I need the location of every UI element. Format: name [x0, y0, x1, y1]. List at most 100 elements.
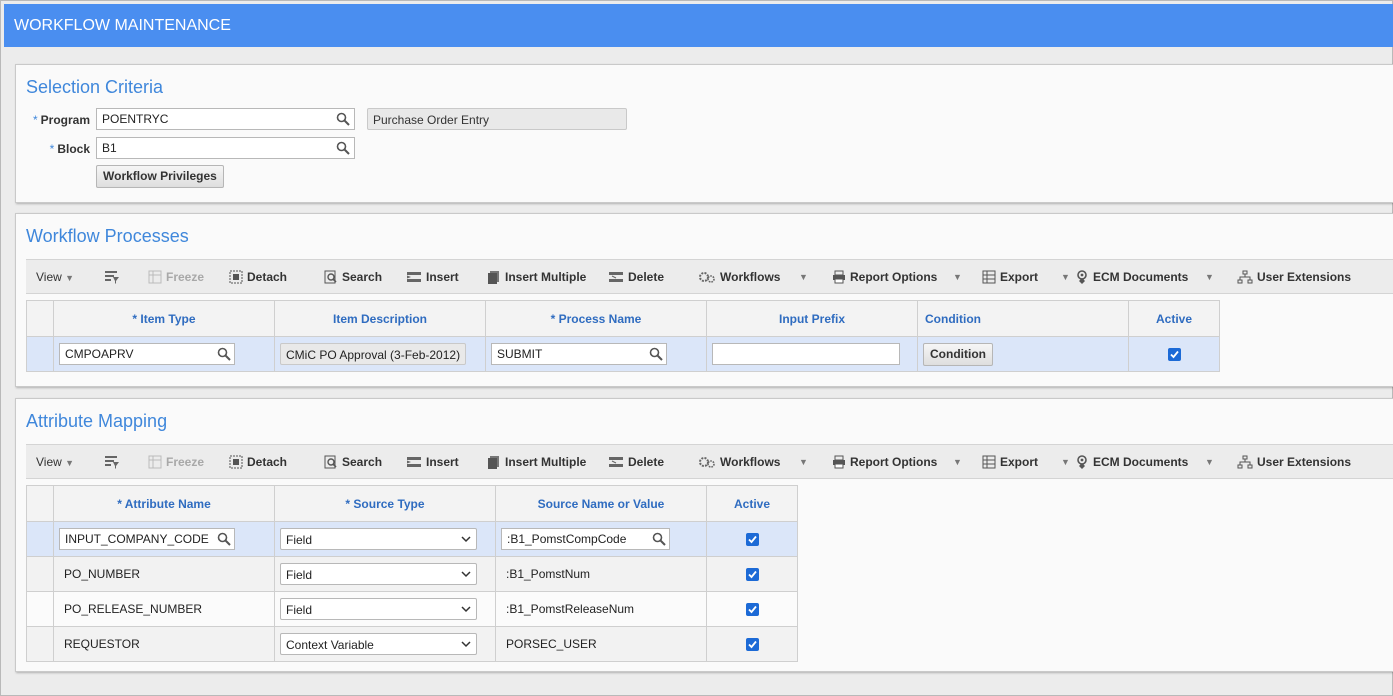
table-row[interactable]: REQUESTOR Context Variable PORSEC_USER: [26, 626, 798, 662]
search-icon[interactable]: [217, 347, 231, 361]
attribute-name-field[interactable]: INPUT_COMPANY_CODE: [59, 528, 235, 550]
ecm-documents-menu[interactable]: ECM Documents: [1075, 260, 1188, 295]
attribute-mapping-title: Attribute Mapping: [26, 411, 168, 431]
chevron-down-icon[interactable]: ▼: [953, 445, 962, 480]
column-header[interactable]: * Item Type: [53, 300, 275, 337]
chevron-down-icon: [461, 641, 471, 648]
user-extensions-button[interactable]: User Extensions: [1237, 445, 1351, 480]
search-button[interactable]: Search: [324, 260, 382, 295]
row-selector[interactable]: [26, 626, 54, 662]
column-header[interactable]: * Source Type: [274, 485, 496, 522]
row-selector[interactable]: [26, 591, 54, 627]
active-checkbox[interactable]: [1167, 348, 1181, 362]
source-type-select[interactable]: Field: [280, 563, 477, 585]
workflows-menu[interactable]: Workflows: [698, 445, 780, 480]
block-value: B1: [102, 141, 117, 155]
block-label: * Block: [49, 142, 90, 156]
row-selector[interactable]: [26, 521, 54, 557]
process-name-field[interactable]: SUBMIT: [491, 343, 667, 365]
workflow-privileges-button[interactable]: Workflow Privileges: [96, 165, 224, 188]
search-icon[interactable]: [649, 347, 663, 361]
row-selector[interactable]: [26, 336, 54, 372]
printer-icon: [833, 455, 845, 469]
delete-button[interactable]: Delete: [608, 260, 664, 295]
detach-button[interactable]: Detach: [229, 445, 287, 480]
chevron-down-icon: [461, 536, 471, 543]
attribute-name-cell[interactable]: REQUESTOR: [53, 626, 275, 662]
search-icon[interactable]: [336, 112, 350, 126]
query-filter-button[interactable]: [104, 445, 124, 480]
column-header[interactable]: Active: [1128, 300, 1220, 337]
insert-button[interactable]: Insert: [406, 260, 459, 295]
search-icon[interactable]: [217, 532, 231, 546]
program-field[interactable]: POENTRYC: [96, 108, 355, 130]
column-header[interactable]: Active: [706, 485, 798, 522]
insert-multiple-button[interactable]: Insert Multiple: [487, 445, 586, 480]
column-header[interactable]: Condition: [917, 300, 1129, 337]
block-field[interactable]: B1: [96, 137, 355, 159]
export-menu[interactable]: Export: [982, 445, 1038, 480]
table-row[interactable]: INPUT_COMPANY_CODE Field :B1_PomstCompCo…: [26, 521, 798, 557]
active-checkbox[interactable]: [745, 638, 759, 652]
document-pin-icon: [1077, 455, 1087, 469]
view-menu[interactable]: View ▼: [36, 260, 74, 295]
chevron-down-icon[interactable]: ▼: [799, 260, 808, 295]
insert-row-icon: [407, 271, 421, 282]
column-header[interactable]: * Attribute Name: [53, 485, 275, 522]
insert-multiple-button[interactable]: Insert Multiple: [487, 260, 586, 295]
condition-button[interactable]: Condition: [923, 342, 993, 366]
chevron-down-icon: ▼: [65, 273, 75, 283]
delete-button[interactable]: Delete: [608, 445, 664, 480]
freeze-button[interactable]: Freeze: [148, 260, 204, 295]
chevron-down-icon[interactable]: ▼: [953, 260, 962, 295]
search-icon[interactable]: [652, 532, 666, 546]
attribute-mapping-table: * Attribute Name * Source Type Source Na…: [26, 485, 798, 662]
column-header[interactable]: Item Description: [274, 300, 486, 337]
workflow-processes-title: Workflow Processes: [26, 226, 189, 246]
source-value-cell[interactable]: :B1_PomstNum: [495, 556, 707, 592]
report-options-menu[interactable]: Report Options: [832, 445, 937, 480]
app-title: WORKFLOW MAINTENANCE: [14, 17, 231, 34]
chevron-down-icon[interactable]: ▼: [1061, 445, 1070, 480]
source-value-cell[interactable]: PORSEC_USER: [495, 626, 707, 662]
insert-button[interactable]: Insert: [406, 445, 459, 480]
search-icon[interactable]: [336, 141, 350, 155]
chevron-down-icon[interactable]: ▼: [799, 445, 808, 480]
chevron-down-icon[interactable]: ▼: [1061, 260, 1070, 295]
input-prefix-field[interactable]: [712, 343, 900, 365]
export-menu[interactable]: Export: [982, 260, 1038, 295]
gears-icon: [699, 456, 715, 468]
attribute-name-cell[interactable]: PO_NUMBER: [53, 556, 275, 592]
source-type-select[interactable]: Context Variable: [280, 633, 477, 655]
detach-button[interactable]: Detach: [229, 260, 287, 295]
freeze-icon: [148, 270, 162, 284]
ecm-documents-menu[interactable]: ECM Documents: [1075, 445, 1188, 480]
source-value-cell[interactable]: :B1_PomstReleaseNum: [495, 591, 707, 627]
column-header[interactable]: * Process Name: [485, 300, 707, 337]
query-filter-button[interactable]: [104, 260, 124, 295]
active-checkbox[interactable]: [745, 533, 759, 547]
source-type-select[interactable]: Field: [280, 598, 477, 620]
processes-toolbar: View ▼ Freeze Detach Search Insert Inser…: [26, 259, 1393, 294]
chevron-down-icon[interactable]: ▼: [1205, 445, 1214, 480]
column-header[interactable]: Input Prefix: [706, 300, 918, 337]
attribute-name-cell[interactable]: PO_RELEASE_NUMBER: [53, 591, 275, 627]
item-type-field[interactable]: CMPOAPRV: [59, 343, 235, 365]
table-row[interactable]: PO_RELEASE_NUMBER Field :B1_PomstRelease…: [26, 591, 798, 627]
row-selector[interactable]: [26, 556, 54, 592]
source-type-select[interactable]: Field: [280, 528, 477, 550]
mapping-toolbar: View ▼ Freeze Detach Search Insert Inser…: [26, 444, 1393, 479]
chevron-down-icon[interactable]: ▼: [1205, 260, 1214, 295]
search-button[interactable]: Search: [324, 445, 382, 480]
column-header[interactable]: Source Name or Value: [495, 485, 707, 522]
view-menu[interactable]: View ▼: [36, 445, 74, 480]
table-row[interactable]: CMPOAPRV CMiC PO Approval (3-Feb-2012) S…: [26, 336, 1220, 372]
report-options-menu[interactable]: Report Options: [832, 260, 937, 295]
freeze-button[interactable]: Freeze: [148, 445, 204, 480]
active-checkbox[interactable]: [745, 603, 759, 617]
user-extensions-button[interactable]: User Extensions: [1237, 260, 1351, 295]
active-checkbox[interactable]: [745, 568, 759, 582]
source-value-field[interactable]: :B1_PomstCompCode: [501, 528, 670, 550]
table-row[interactable]: PO_NUMBER Field :B1_PomstNum: [26, 556, 798, 592]
workflows-menu[interactable]: Workflows: [698, 260, 780, 295]
